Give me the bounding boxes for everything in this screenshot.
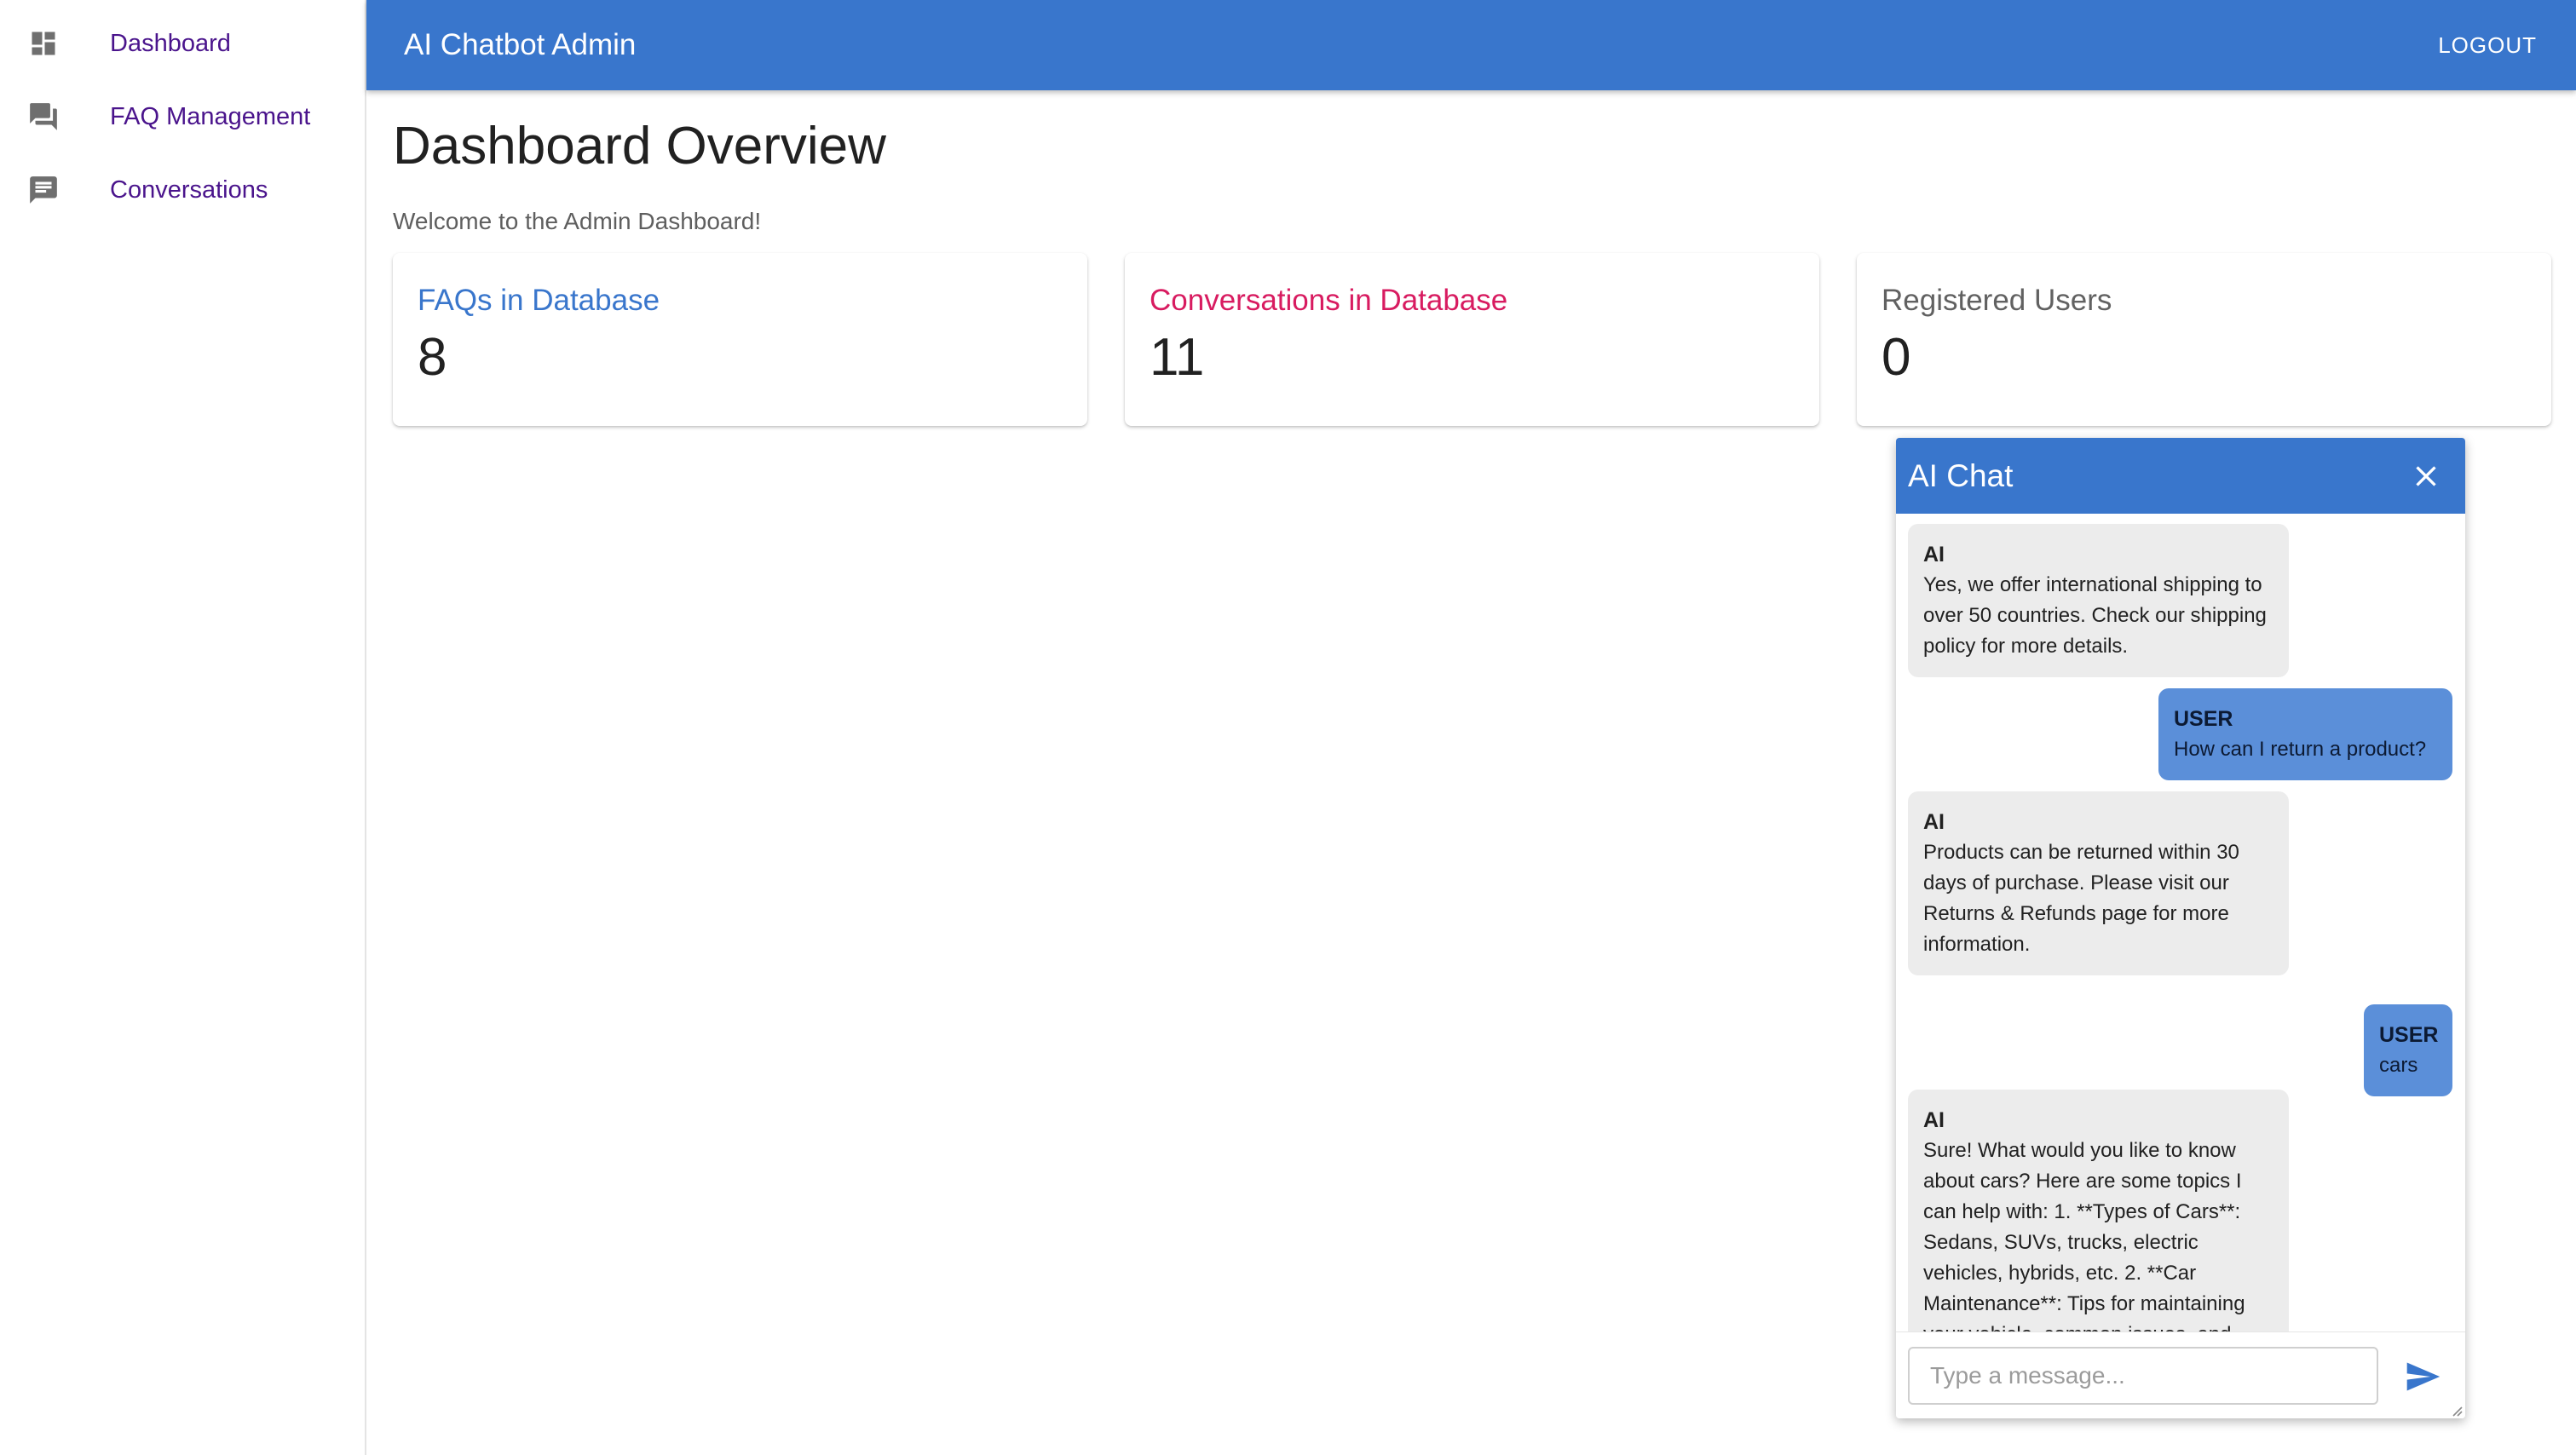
chat-title: AI Chat xyxy=(1908,458,2014,493)
sidebar-item-conversations[interactable]: Conversations xyxy=(0,153,365,227)
card-value: 11 xyxy=(1150,328,1205,387)
message-list[interactable]: AI Yes, we offer international shipping … xyxy=(1896,514,2465,1343)
card-value: 8 xyxy=(418,328,447,387)
message-user: USER cars xyxy=(2364,1004,2452,1096)
card-value: 0 xyxy=(1882,328,1911,387)
chat-footer xyxy=(1896,1331,2465,1418)
message-ai: AI Sure! What would you like to know abo… xyxy=(1908,1090,2289,1343)
message-text: Products can be returned within 30 days … xyxy=(1923,841,2239,956)
sidebar: Dashboard FAQ Management Conversations xyxy=(0,0,366,1455)
message-sender: USER xyxy=(2174,707,2233,731)
sidebar-item-faq-management[interactable]: FAQ Management xyxy=(0,80,365,153)
chat-header: AI Chat xyxy=(1896,438,2465,514)
welcome-text: Welcome to the Admin Dashboard! xyxy=(393,208,762,234)
card-title: Registered Users xyxy=(1882,284,2112,317)
message-text: Yes, we offer international shipping to … xyxy=(1923,573,2267,658)
card-title: Conversations in Database xyxy=(1150,284,1508,317)
stat-card-faqs: FAQs in Database 8 xyxy=(393,253,1087,426)
message-text: How can I return a product? xyxy=(2174,738,2427,761)
message-text: Sure! What would you like to know about … xyxy=(1923,1139,2245,1343)
logout-button[interactable]: LOGOUT xyxy=(2438,0,2537,90)
stat-card-conversations: Conversations in Database 11 xyxy=(1125,253,1819,426)
resize-handle-icon[interactable] xyxy=(2448,1402,2464,1418)
dashboard-icon xyxy=(26,26,61,60)
message-ai: AI Products can be returned within 30 da… xyxy=(1908,791,2289,975)
stat-card-users: Registered Users 0 xyxy=(1857,253,2551,426)
send-icon[interactable] xyxy=(2404,1358,2441,1395)
chat-widget: AI Chat AI Yes, we offer international s… xyxy=(1896,438,2465,1418)
app-title: AI Chatbot Admin xyxy=(404,28,637,61)
chat-icon xyxy=(26,173,61,207)
forum-icon xyxy=(26,100,61,134)
message-sender: AI xyxy=(1923,810,1945,834)
message-input[interactable] xyxy=(1908,1347,2378,1405)
app-bar: AI Chatbot Admin LOGOUT xyxy=(366,0,2576,90)
sidebar-item-label: Dashboard xyxy=(110,29,231,57)
message-sender: USER xyxy=(2379,1023,2439,1047)
sidebar-item-dashboard[interactable]: Dashboard xyxy=(0,7,365,80)
message-sender: AI xyxy=(1923,1108,1945,1132)
close-icon[interactable] xyxy=(2409,459,2443,493)
sidebar-item-label: Conversations xyxy=(110,175,268,204)
sidebar-item-label: FAQ Management xyxy=(110,102,311,130)
message-user: USER How can I return a product? xyxy=(2158,688,2452,780)
message-ai: AI Yes, we offer international shipping … xyxy=(1908,524,2289,677)
card-title: FAQs in Database xyxy=(418,284,660,317)
message-text: cars xyxy=(2379,1054,2418,1077)
message-sender: AI xyxy=(1923,543,1945,566)
page-title: Dashboard Overview xyxy=(393,117,886,175)
